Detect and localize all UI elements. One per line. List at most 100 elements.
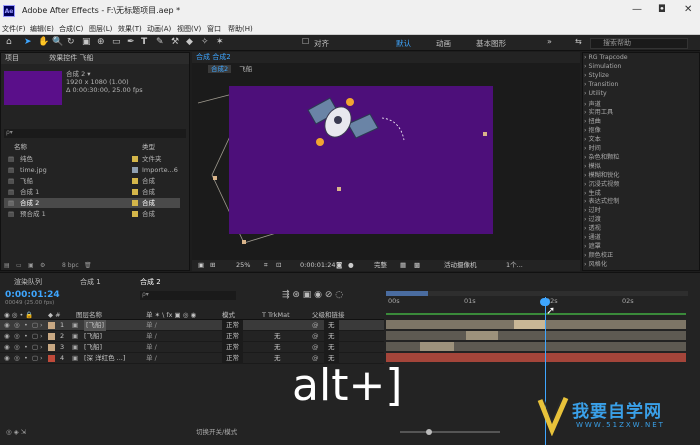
close-button[interactable]: ✕ [684, 4, 692, 15]
audio-icon[interactable]: ◎ [14, 331, 20, 342]
layer-name[interactable]: [飞船] [84, 320, 107, 331]
layer-bar-2[interactable] [386, 331, 686, 340]
lock-icon[interactable]: ▢ [32, 342, 38, 353]
label-color-swatch[interactable] [132, 189, 138, 195]
interpret-footage-icon[interactable]: ▤ [4, 261, 10, 271]
current-time-display[interactable]: 0:00:01:24 [300, 260, 336, 271]
project-list-item[interactable]: ▤ 预合成 1 合成 [4, 209, 180, 219]
layer-name[interactable]: [飞船] [84, 331, 102, 342]
effect-category[interactable]: › 实用工具 [584, 107, 613, 116]
layer-bar-3-highlight[interactable] [420, 342, 454, 351]
eye-icon[interactable]: ◉ [4, 353, 10, 364]
tab-project[interactable]: 项目 [5, 54, 19, 62]
workspace-default[interactable]: 默认 [396, 38, 411, 49]
tab-comp1[interactable]: 合成 1 [80, 277, 101, 287]
timeline-switch-icons[interactable]: ⇶ ⊛ ▣ ◉ ⊘ ◌ [282, 290, 343, 300]
twirl-arrow-icon[interactable]: › [40, 331, 43, 342]
new-comp-icon[interactable]: ▣ [28, 261, 34, 271]
grid-icon[interactable]: ⌗ [264, 260, 268, 271]
preview-icon[interactable]: ▣ [198, 260, 204, 271]
effect-category[interactable]: › 沉浸式视频 [584, 179, 619, 188]
column-parent[interactable]: 父级和链接 [312, 310, 345, 320]
satellite-graphic[interactable] [300, 90, 420, 160]
zoom-dropdown[interactable]: 25% [236, 260, 250, 271]
menu-help[interactable]: 帮助(H) [228, 24, 253, 34]
menu-edit[interactable]: 编辑(E) [30, 24, 54, 34]
home-icon[interactable]: ⌂ [6, 37, 12, 47]
effect-category[interactable]: › RG Trapcode [584, 54, 628, 61]
layer-mode-dropdown[interactable]: 正常 [222, 353, 243, 364]
sync-icon[interactable]: ⇆ [575, 37, 582, 46]
brush-tool-icon[interactable]: ✎ [156, 37, 164, 47]
layer-label-swatch[interactable] [48, 355, 55, 362]
twirl-arrow-icon[interactable]: › [40, 353, 43, 364]
layer-name[interactable]: [深 洋红色 ...] [84, 353, 125, 364]
safe-zones-icon[interactable]: ⊞ [210, 260, 215, 271]
menu-animation[interactable]: 动画(A) [147, 24, 171, 34]
layer-trkmat-dropdown[interactable]: 无 [274, 342, 281, 353]
layer-bar-2-highlight[interactable] [466, 331, 498, 340]
time-ruler[interactable]: 00s 01s 02s 02s [386, 297, 688, 307]
tab-render-queue[interactable]: 渲染队列 [14, 277, 42, 287]
pen-tool-icon[interactable]: ✒ [127, 37, 135, 47]
solo-icon[interactable]: • [24, 353, 28, 364]
timeline-timecode[interactable]: 0:00:01:24 [5, 290, 60, 300]
puppet-tool-icon[interactable]: ✶ [216, 37, 224, 47]
layer-label-swatch[interactable] [48, 322, 55, 329]
more-workspaces-icon[interactable]: » [547, 37, 552, 46]
layer-mode-dropdown[interactable]: 正常 [222, 320, 243, 331]
region-icon[interactable]: ▦ [400, 260, 406, 271]
keyframe-handle[interactable] [213, 176, 217, 180]
settings-icon[interactable]: ⚙ [40, 261, 45, 271]
layer-switches[interactable]: 单 / [146, 342, 157, 353]
layer-parent-dropdown[interactable]: 无 [324, 331, 339, 342]
effect-category[interactable]: › 透视 [584, 223, 601, 232]
timeline-search-input[interactable]: ρ▾ [140, 291, 236, 300]
layer-mode-dropdown[interactable]: 正常 [222, 342, 243, 353]
delete-icon[interactable]: 🗑 [84, 261, 92, 271]
camera-tool-icon[interactable]: ▣ [82, 37, 91, 47]
effect-category[interactable]: › 模糊和锐化 [584, 170, 619, 179]
parent-pickwhip-icon[interactable]: @ [312, 342, 319, 353]
layer-switches[interactable]: 单 / [146, 331, 157, 342]
keyframe-handle[interactable] [337, 187, 341, 191]
effect-category[interactable]: › 颜色校正 [584, 250, 613, 259]
menu-layer[interactable]: 图层(L) [89, 24, 112, 34]
layer-row[interactable]: ◉ ◎ • ▢ › 2 ▣ [飞船] 单 / 正常 无 @ 无 [0, 331, 384, 342]
keyframe-handle[interactable] [242, 240, 246, 244]
layer-bar-4[interactable] [386, 353, 686, 362]
column-trkmat[interactable]: T TrkMat [262, 310, 290, 320]
rect-tool-icon[interactable]: ▭ [112, 37, 121, 47]
new-folder-icon[interactable]: ▭ [16, 261, 22, 271]
menu-effect[interactable]: 效果(T) [118, 24, 142, 34]
selected-item-name[interactable]: 合成 2 ▾ [66, 70, 143, 78]
parent-pickwhip-icon[interactable]: @ [312, 320, 319, 331]
effect-category[interactable]: › 风格化 [584, 259, 607, 268]
resolution-dropdown[interactable]: 完整 [374, 260, 387, 271]
lock-icon[interactable]: ▢ [32, 320, 38, 331]
layer-switches[interactable]: 单 / [146, 353, 157, 364]
zoom-slider-thumb[interactable] [426, 429, 432, 435]
text-tool-icon[interactable]: T [141, 37, 147, 47]
color-channel-icon[interactable]: ● [348, 260, 354, 271]
effect-category[interactable]: › 表达式控制 [584, 196, 619, 205]
lock-icon[interactable]: ▢ [32, 353, 38, 364]
project-search-input[interactable]: ρ▾ [4, 129, 186, 138]
layer-parent-dropdown[interactable]: 无 [324, 342, 339, 353]
snap-checkbox-icon[interactable]: ☐ [302, 37, 309, 46]
layer-trkmat-dropdown[interactable]: 无 [274, 331, 281, 342]
effect-category[interactable]: › 抠像 [584, 125, 601, 134]
menu-view[interactable]: 视图(V) [177, 24, 201, 34]
effect-category[interactable]: › Utility [584, 90, 607, 97]
twirl-arrow-icon[interactable]: › [40, 320, 43, 331]
column-mode[interactable]: 模式 [222, 310, 235, 320]
layer-switches[interactable]: 单 / [146, 320, 157, 331]
stamp-tool-icon[interactable]: ⚒ [171, 37, 179, 47]
eye-icon[interactable]: ◉ [4, 331, 10, 342]
label-color-swatch[interactable] [132, 211, 138, 217]
project-list-item[interactable]: ▤ 纯色 文件夹 [4, 154, 180, 164]
label-color-swatch[interactable] [132, 167, 138, 173]
mask-icon[interactable]: ⊡ [276, 260, 281, 271]
layer-row[interactable]: ◉ ◎ • ▢ › 3 ▣ [飞船] 单 / 正常 无 @ 无 [0, 342, 384, 353]
roto-tool-icon[interactable]: ✧ [201, 37, 209, 47]
